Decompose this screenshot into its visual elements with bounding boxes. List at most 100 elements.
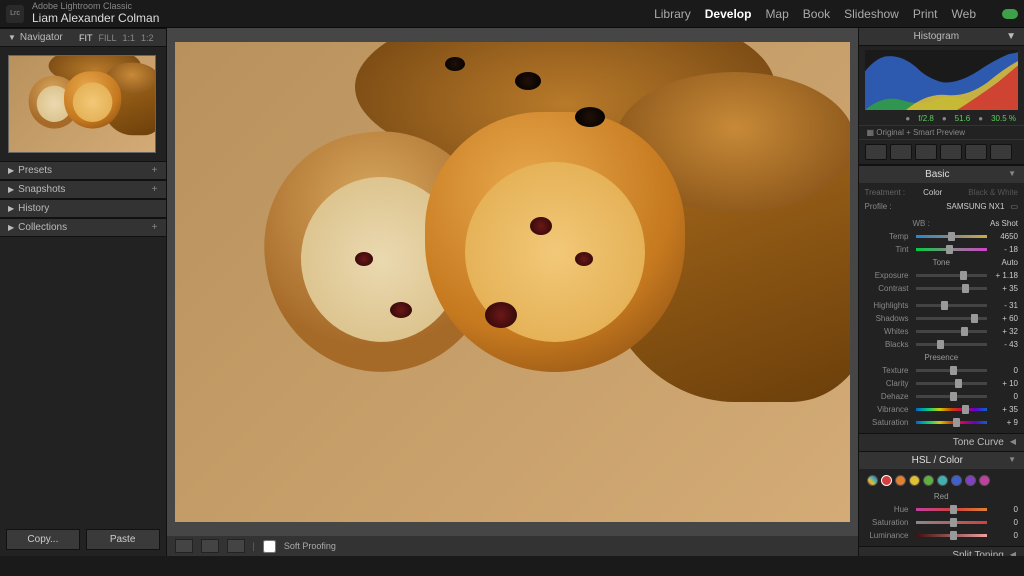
auto-tone-button[interactable]: Auto: [1002, 258, 1018, 267]
collections-label: Collections: [18, 222, 67, 233]
tone-curve-header[interactable]: Tone Curve◀: [859, 433, 1024, 451]
blacks-value[interactable]: - 43: [990, 340, 1018, 349]
texture-slider[interactable]: [916, 369, 988, 372]
history-header[interactable]: ▶ History: [0, 199, 166, 218]
redeye-tool-icon[interactable]: [915, 144, 937, 160]
hsl-dot-magenta[interactable]: [979, 475, 990, 486]
module-map[interactable]: Map: [765, 7, 788, 21]
radial-tool-icon[interactable]: [965, 144, 987, 160]
saturation-slider[interactable]: [916, 421, 988, 424]
contrast-slider[interactable]: [916, 287, 988, 290]
blacks-slider[interactable]: [916, 343, 988, 346]
hsl-dot-orange[interactable]: [895, 475, 906, 486]
vibrance-slider[interactable]: [916, 408, 988, 411]
module-web[interactable]: Web: [952, 7, 976, 21]
hsl-dot-aqua[interactable]: [937, 475, 948, 486]
collections-header[interactable]: ▶ Collections +: [0, 218, 166, 237]
hsl-dot-green[interactable]: [923, 475, 934, 486]
whites-slider[interactable]: [916, 330, 988, 333]
snapshots-header[interactable]: ▶Snapshots+: [0, 180, 166, 199]
module-slideshow[interactable]: Slideshow: [844, 7, 899, 21]
zoom-1-1[interactable]: 1:1: [122, 33, 135, 43]
zoom-1-2[interactable]: 1:2: [141, 33, 154, 43]
presets-label: Presets: [18, 165, 52, 176]
hsl-lum-value[interactable]: 0: [990, 531, 1018, 540]
zoom-fill[interactable]: FILL: [98, 33, 116, 43]
hsl-dot-blue[interactable]: [951, 475, 962, 486]
hsl-dot-red[interactable]: [881, 475, 892, 486]
shadows-slider[interactable]: [916, 317, 988, 320]
navigator-thumbnail[interactable]: [8, 55, 156, 153]
view-mode-before-after-icon[interactable]: [201, 539, 219, 553]
texture-value[interactable]: 0: [990, 366, 1018, 375]
dehaze-value[interactable]: 0: [990, 392, 1018, 401]
tint-value[interactable]: - 18: [990, 245, 1018, 254]
zoom-fit[interactable]: FIT: [79, 33, 93, 43]
clarity-slider[interactable]: [916, 382, 988, 385]
contrast-value[interactable]: + 35: [990, 284, 1018, 293]
add-icon[interactable]: +: [152, 165, 158, 176]
hsl-dot-purple[interactable]: [965, 475, 976, 486]
temp-value[interactable]: 4650: [990, 232, 1018, 241]
module-library[interactable]: Library: [654, 7, 691, 21]
histogram-display[interactable]: [865, 50, 1019, 110]
highlights-value[interactable]: - 31: [990, 301, 1018, 310]
clarity-value[interactable]: + 10: [990, 379, 1018, 388]
brush-tool-icon[interactable]: [990, 144, 1012, 160]
treatment-color[interactable]: Color: [923, 188, 942, 197]
develop-tool-strip: [859, 140, 1024, 165]
wb-label: WB :: [913, 219, 930, 228]
module-print[interactable]: Print: [913, 7, 938, 21]
left-panel: ▼ Navigator FIT FILL 1:1 1:2 ▶ Presets + ▶…: [0, 28, 166, 556]
whites-label: Whites: [865, 327, 913, 336]
gradient-tool-icon[interactable]: [940, 144, 962, 160]
disclosure-icon: ▶: [8, 223, 14, 232]
navigator-header[interactable]: ▼ Navigator FIT FILL 1:1 1:2: [0, 28, 166, 47]
hsl-sat-slider[interactable]: [916, 521, 988, 524]
paste-button[interactable]: Paste: [86, 529, 160, 550]
whites-value[interactable]: + 32: [990, 327, 1018, 336]
exposure-value[interactable]: + 1.18: [990, 271, 1018, 280]
module-book[interactable]: Book: [803, 7, 830, 21]
view-mode-compare-icon[interactable]: [227, 539, 245, 553]
vibrance-value[interactable]: + 35: [990, 405, 1018, 414]
disclosure-icon: ▶: [8, 204, 14, 213]
treatment-bw[interactable]: Black & White: [968, 188, 1018, 197]
add-icon[interactable]: +: [152, 222, 158, 233]
hsl-panel: Red Hue0 Saturation0 Luminance0: [859, 469, 1024, 546]
basic-panel-header[interactable]: Basic▼: [859, 165, 1024, 183]
wb-value[interactable]: As Shot: [990, 219, 1018, 228]
exposure-slider[interactable]: [916, 274, 988, 277]
hsl-sat-value[interactable]: 0: [990, 518, 1018, 527]
hsl-header[interactable]: HSL / Color▼: [859, 451, 1024, 469]
spot-tool-icon[interactable]: [890, 144, 912, 160]
dehaze-slider[interactable]: [916, 395, 988, 398]
hue-slider[interactable]: [916, 508, 988, 511]
module-develop[interactable]: Develop: [705, 7, 752, 21]
highlights-slider[interactable]: [916, 304, 988, 307]
shadows-value[interactable]: + 60: [990, 314, 1018, 323]
hsl-dot-yellow[interactable]: [909, 475, 920, 486]
disclosure-icon: ▶: [8, 185, 14, 194]
hsl-color-picker: [865, 471, 1019, 490]
app-title: Adobe Lightroom Classic: [32, 2, 159, 12]
hsl-lum-slider[interactable]: [916, 534, 988, 537]
copy-button[interactable]: Copy...: [6, 529, 80, 550]
histogram-header[interactable]: Histogram▼: [859, 28, 1024, 46]
split-toning-header[interactable]: Split Toning◀: [859, 546, 1024, 556]
temp-slider[interactable]: [916, 235, 988, 238]
profile-value[interactable]: SAMSUNG NX1: [946, 202, 1004, 211]
hue-value[interactable]: 0: [990, 505, 1018, 514]
presets-header[interactable]: ▶Presets+: [0, 161, 166, 180]
history-label: History: [18, 203, 49, 214]
cloud-sync-icon[interactable]: [1002, 9, 1018, 19]
soft-proofing-checkbox[interactable]: [263, 540, 276, 553]
add-icon[interactable]: +: [152, 184, 158, 195]
crop-tool-icon[interactable]: [865, 144, 887, 160]
view-mode-loupe-icon[interactable]: [175, 539, 193, 553]
module-picker: Library Develop Map Book Slideshow Print…: [654, 7, 1018, 21]
saturation-value[interactable]: + 9: [990, 418, 1018, 427]
tint-slider[interactable]: [916, 248, 988, 251]
image-canvas[interactable]: [175, 42, 850, 522]
hsl-dot-all[interactable]: [867, 475, 878, 486]
